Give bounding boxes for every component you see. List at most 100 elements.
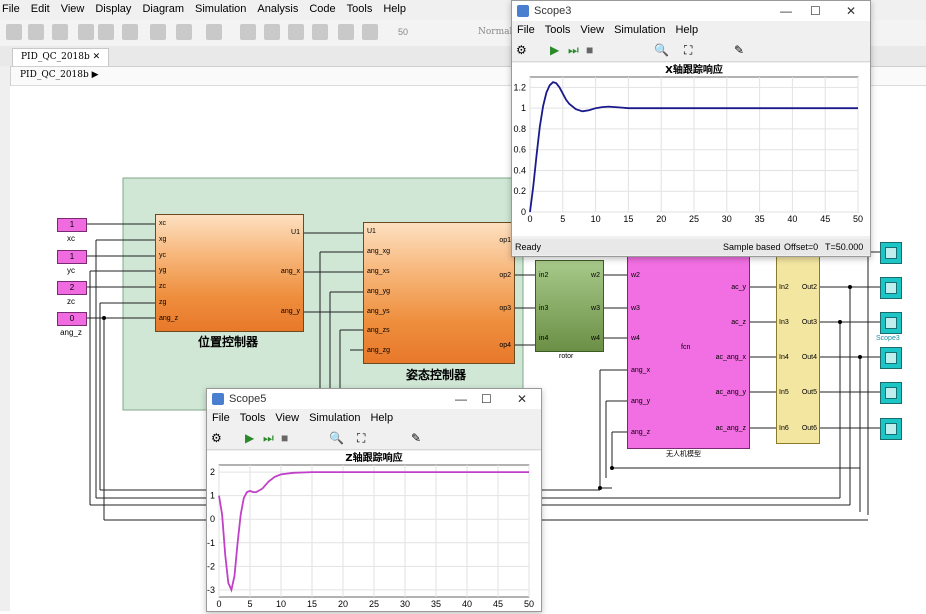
rotor-port-out: w4 xyxy=(591,335,600,342)
scope3-title: Scope3 xyxy=(534,5,572,17)
scope3-window[interactable]: Scope3 — ☐ ✕ File Tools View Simulation Help… xyxy=(511,0,871,257)
inport-yc[interactable]: 1 xyxy=(57,250,87,264)
scope-app-icon xyxy=(212,393,224,405)
fcn-label: fcn xyxy=(681,344,691,351)
stop-icon[interactable]: ■ xyxy=(586,43,593,57)
minimize-icon[interactable]: — xyxy=(780,4,792,18)
maximize-icon[interactable]: ☐ xyxy=(481,392,492,406)
x-tick-label: 30 xyxy=(400,599,410,609)
scope5-toolbar: ⚙ ▶ ⏭ ■ 🔍 ⛶ ✎ xyxy=(207,429,541,450)
scope5-menu-help[interactable]: Help xyxy=(365,409,398,424)
x-tick-label: 40 xyxy=(462,599,472,609)
scope-block[interactable] xyxy=(880,382,902,404)
scope5-menu-tools[interactable]: Tools xyxy=(235,409,271,424)
sel-port-in: In4 xyxy=(779,354,789,361)
scope-block[interactable] xyxy=(880,418,902,440)
attitude-controller-title: 姿态控制器 xyxy=(406,368,467,382)
chart-title: X轴跟踪响应 xyxy=(665,63,723,76)
edit-icon[interactable]: ✎ xyxy=(411,431,421,445)
att-port-in: ang_zg xyxy=(367,347,390,354)
uav-model-block[interactable]: w2 w3 w4 ang_x ang_y ang_z ac_y ac_z ac_… xyxy=(627,255,750,449)
uav-port-out: ac_z xyxy=(731,319,746,326)
att-port-in: ang_zs xyxy=(367,327,390,334)
rotor-block[interactable]: in2 in3 in4 w2 w3 w4 xyxy=(535,260,604,352)
inport-zc[interactable]: 2 xyxy=(57,281,87,295)
settings-gear-icon[interactable]: ⚙ xyxy=(516,43,527,57)
uav-model-label: 无人机模型 xyxy=(666,451,701,458)
att-port-in: ang_xg xyxy=(367,248,390,255)
scope5-menu-simulation[interactable]: Simulation xyxy=(304,409,365,424)
scope5-menu-file[interactable]: File xyxy=(207,409,235,424)
uav-port-in: ang_x xyxy=(631,367,651,374)
inport-ang-z-label: ang_z xyxy=(60,328,82,337)
x-tick-label: 30 xyxy=(722,214,732,224)
scope3-menu-view[interactable]: View xyxy=(575,21,609,36)
inport-yc-label: yc xyxy=(67,266,75,275)
rotor-port-in: in3 xyxy=(539,305,549,312)
x-tick-label: 50 xyxy=(524,599,534,609)
inport-ang-z[interactable]: 0 xyxy=(57,312,87,326)
pos-port-out: ang_y xyxy=(280,308,300,315)
position-controller-block[interactable]: xc xg yc yg zc zg ang_z U1 ang_x ang_y xyxy=(155,214,304,332)
autoscale-icon[interactable]: ⛶ xyxy=(684,43,692,58)
sel-port-out: Out5 xyxy=(801,389,817,396)
attitude-controller-block[interactable]: U1 ang_xg ang_xs ang_yg ang_ys ang_zs an… xyxy=(363,222,515,364)
scope5-plot-area: 0 5 10 15 20 25 30 35 40 45 50 -3 -2 -1 0 1 2 Z轴跟踪响应 xyxy=(207,451,541,611)
scope5-menubar: File Tools View Simulation Help xyxy=(207,409,541,429)
inport-xc-number: 1 xyxy=(69,220,75,229)
scope-block-scope3[interactable] xyxy=(880,312,902,334)
x-tick-label: 45 xyxy=(820,214,830,224)
output-selector-block[interactable]: In2 In3 In4 In5 In6 Out2 Out3 Out4 Out5 … xyxy=(776,255,820,444)
status-ready: Ready xyxy=(515,242,542,252)
scope3-menu-file[interactable]: File xyxy=(512,21,540,36)
x-tick-label: 5 xyxy=(247,599,252,609)
y-tick-label: 1 xyxy=(210,491,215,501)
scope3-block-label: Scope3 xyxy=(876,335,900,342)
zoom-icon[interactable]: 🔍 xyxy=(329,431,344,445)
y-tick-label: 2 xyxy=(210,467,215,477)
blurred-watermark xyxy=(730,528,926,584)
y-tick-label: 0.4 xyxy=(513,165,526,175)
sel-port-in: In2 xyxy=(779,284,789,291)
minimize-icon[interactable]: — xyxy=(455,392,467,406)
scope-block[interactable] xyxy=(880,242,902,264)
x-tick-label: 15 xyxy=(623,214,633,224)
sel-port-out: Out4 xyxy=(801,354,817,361)
scope-block[interactable] xyxy=(880,347,902,369)
scope5-window[interactable]: Scope5 — ☐ ✕ File Tools View Simulation Help… xyxy=(206,388,542,612)
scope3-menu-tools[interactable]: Tools xyxy=(540,21,576,36)
settings-gear-icon[interactable]: ⚙ xyxy=(211,431,222,445)
close-icon[interactable]: ✕ xyxy=(517,392,527,406)
x-tick-label: 25 xyxy=(689,214,699,224)
run-icon[interactable]: ▶ xyxy=(245,431,254,445)
rotor-port-in: in4 xyxy=(539,335,549,342)
pos-port-in: zc xyxy=(159,283,166,290)
autoscale-icon[interactable]: ⛶ xyxy=(357,431,365,446)
scope5-menu-view[interactable]: View xyxy=(270,409,304,424)
scope3-titlebar[interactable]: Scope3 — ☐ ✕ xyxy=(512,1,870,21)
scope3-menu-simulation[interactable]: Simulation xyxy=(609,21,670,36)
scope-block[interactable] xyxy=(880,277,902,299)
close-icon[interactable]: ✕ xyxy=(846,4,856,18)
x-tick-label: 50 xyxy=(853,214,863,224)
uav-port-out: ac_ang_y xyxy=(715,389,746,396)
inport-xc[interactable]: 1 xyxy=(57,218,87,232)
x-tick-label: 15 xyxy=(307,599,317,609)
zoom-icon[interactable]: 🔍 xyxy=(654,43,669,57)
edit-icon[interactable]: ✎ xyxy=(734,43,744,57)
stop-icon[interactable]: ■ xyxy=(281,431,288,445)
maximize-icon[interactable]: ☐ xyxy=(810,4,821,18)
x-tick-label: 10 xyxy=(276,599,286,609)
step-forward-icon[interactable]: ⏭ xyxy=(568,43,579,58)
step-forward-icon[interactable]: ⏭ xyxy=(263,431,274,446)
att-port-out: op4 xyxy=(499,342,511,349)
x-tick-label: 20 xyxy=(338,599,348,609)
rotor-port-out: w3 xyxy=(591,305,600,312)
att-port-out: op2 xyxy=(499,272,511,279)
scope5-titlebar[interactable]: Scope5 — ☐ ✕ xyxy=(207,389,541,409)
y-tick-label: 0 xyxy=(521,207,526,217)
y-tick-label: 1.2 xyxy=(513,82,526,92)
x-tick-label: 10 xyxy=(591,214,601,224)
run-icon[interactable]: ▶ xyxy=(550,43,559,57)
scope3-menu-help[interactable]: Help xyxy=(670,21,703,36)
